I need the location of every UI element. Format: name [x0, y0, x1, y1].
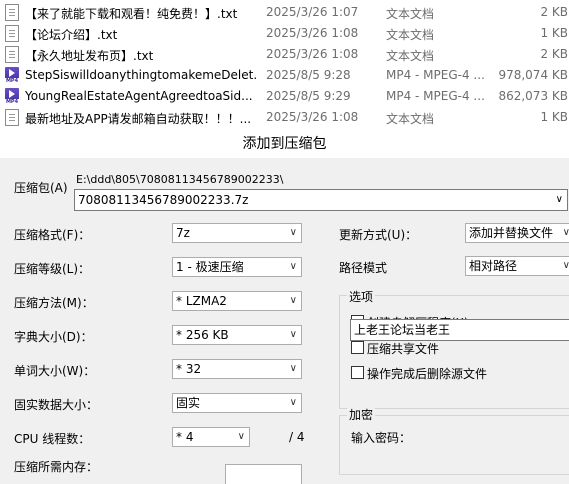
encrypt-title: 加密: [347, 406, 376, 423]
chevron-down-icon: ∨: [289, 227, 297, 238]
file-type: 文本文档: [386, 28, 435, 42]
update-value: 添加并替换文件: [469, 226, 554, 240]
password-label: 输入密码：: [351, 431, 412, 445]
password-value: 上老王论坛当老王: [354, 323, 451, 337]
txt-file-icon: [5, 4, 19, 21]
delete-source-checkbox[interactable]: [351, 366, 364, 379]
file-size: 1 KB: [540, 110, 568, 124]
file-size: 1 KB: [540, 26, 568, 40]
txt-file-icon: [5, 46, 19, 63]
file-name: 【永久地址发布页】.txt: [25, 49, 154, 63]
file-size: 978,074 KB: [498, 68, 568, 82]
file-size: 2 KB: [540, 47, 568, 61]
threads-select[interactable]: * 4 ∨: [172, 427, 250, 447]
archive-label: 压缩包(A): [14, 181, 68, 195]
chevron-down-icon: ∨: [289, 295, 297, 306]
level-value: 1 - 极速压缩: [176, 260, 244, 274]
file-type: MP4 - MPEG-4 ...: [386, 89, 485, 103]
archive-path-value: 70808113456789002233.7z: [78, 193, 249, 207]
archive-path-input[interactable]: 70808113456789002233.7z ∨: [74, 189, 568, 211]
threads-max: / 4: [289, 430, 305, 444]
file-row[interactable]: 【论坛介绍】.txt 2025/3/26 1:08 文本文档 1 KB: [0, 23, 569, 44]
solid-value: 固实: [176, 396, 201, 410]
dict-label: 字典大小(D)：: [14, 330, 93, 344]
add-to-archive-dialog: 添加到压缩包 压缩包(A) E:\ddd\805\708081134567890…: [0, 130, 569, 484]
word-value: * 32: [176, 362, 202, 376]
method-value: * LZMA2: [176, 294, 227, 308]
chevron-down-icon: ∨: [289, 329, 297, 340]
mp4-file-icon: MP4: [5, 88, 19, 105]
method-select[interactable]: * LZMA2 ∨: [172, 291, 302, 311]
file-size: 862,073 KB: [498, 89, 568, 103]
file-date: 2025/3/26 1:08: [266, 110, 359, 124]
solid-label: 固实数据大小：: [14, 398, 99, 412]
solid-select[interactable]: 固实 ∨: [172, 393, 302, 413]
chevron-down-icon: ∨: [289, 397, 297, 408]
update-select[interactable]: 添加并替换文件 ∨: [465, 223, 569, 243]
chevron-down-icon: ∨: [237, 431, 245, 442]
file-row[interactable]: 最新地址及APP请发邮箱自动获取！！！... 2025/3/26 1:08 文本文档…: [0, 107, 569, 128]
pathmode-label: 路径模式: [339, 261, 388, 275]
shared-label: 压缩共享文件: [367, 342, 440, 356]
file-name: StepSiswilldoanythingtomakemeDelet...: [25, 68, 257, 82]
level-label: 压缩等级(L)：: [14, 262, 91, 276]
file-date: 2025/3/26 1:08: [266, 26, 359, 40]
chevron-down-icon: ∨: [289, 261, 297, 272]
file-type: 文本文档: [386, 49, 435, 63]
password-input[interactable]: 上老王论坛当老王: [350, 319, 569, 341]
pathmode-value: 相对路径: [469, 259, 518, 273]
method-label: 压缩方法(M)：: [14, 296, 94, 310]
file-date: 2025/3/26 1:07: [266, 5, 359, 19]
memory-label: 压缩所需内存：: [14, 460, 99, 474]
file-type: MP4 - MPEG-4 ...: [386, 68, 485, 82]
txt-file-icon: [5, 25, 19, 42]
file-type: 文本文档: [386, 7, 435, 21]
chevron-down-icon: ∨: [563, 257, 569, 275]
mp4-file-icon: MP4: [5, 67, 19, 84]
file-name: YoungRealEstateAgentAgreedtoaSid...: [25, 89, 253, 103]
txt-file-icon: [5, 109, 19, 126]
options-title: 选项: [347, 288, 376, 305]
format-value: 7z: [176, 226, 190, 240]
file-list: 【来了就能下载和观看！纯免费！】.txt 2025/3/26 1:07 文本文档 2 …: [0, 0, 569, 130]
file-name: 【来了就能下载和观看！纯免费！】.txt: [25, 7, 238, 21]
memory-field: [225, 464, 302, 484]
chevron-down-icon: ∨: [289, 363, 297, 374]
file-size: 2 KB: [540, 5, 568, 19]
format-select[interactable]: 7z ∨: [172, 223, 302, 243]
file-name: 【论坛介绍】.txt: [25, 28, 118, 42]
shared-checkbox[interactable]: [351, 341, 364, 354]
chevron-down-icon: ∨: [563, 224, 569, 242]
file-row[interactable]: MP4 YoungRealEstateAgentAgreedtoaSid... 20…: [0, 86, 569, 107]
threads-value: * 4: [176, 430, 194, 444]
word-label: 单词大小(W)：: [14, 364, 96, 378]
format-label: 压缩格式(F)：: [14, 228, 91, 242]
file-row[interactable]: 【来了就能下载和观看！纯免费！】.txt 2025/3/26 1:07 文本文档 2 …: [0, 2, 569, 23]
file-date: 2025/3/26 1:08: [266, 47, 359, 61]
dict-select[interactable]: * 256 KB ∨: [172, 325, 302, 345]
dict-value: * 256 KB: [176, 328, 229, 342]
archive-folder: E:\ddd\805\70808113456789002233\: [76, 173, 284, 186]
file-row[interactable]: 【永久地址发布页】.txt 2025/3/26 1:08 文本文档 2 KB: [0, 44, 569, 65]
file-type: 文本文档: [386, 112, 435, 126]
threads-label: CPU 线程数：: [14, 432, 91, 446]
level-select[interactable]: 1 - 极速压缩 ∨: [172, 257, 302, 277]
word-select[interactable]: * 32 ∨: [172, 359, 302, 379]
file-date: 2025/8/5 9:29: [266, 89, 351, 103]
pathmode-select[interactable]: 相对路径 ∨: [465, 256, 569, 276]
delete-source-label: 操作完成后删除源文件: [367, 367, 488, 381]
file-row[interactable]: MP4 StepSiswilldoanythingtomakemeDelet...…: [0, 65, 569, 86]
dialog-title: 添加到压缩包: [0, 130, 569, 158]
update-label: 更新方式(U)：: [339, 228, 418, 242]
chevron-down-icon[interactable]: ∨: [556, 190, 563, 210]
file-name: 最新地址及APP请发邮箱自动获取！！！...: [25, 112, 252, 126]
file-date: 2025/8/5 9:28: [266, 68, 351, 82]
